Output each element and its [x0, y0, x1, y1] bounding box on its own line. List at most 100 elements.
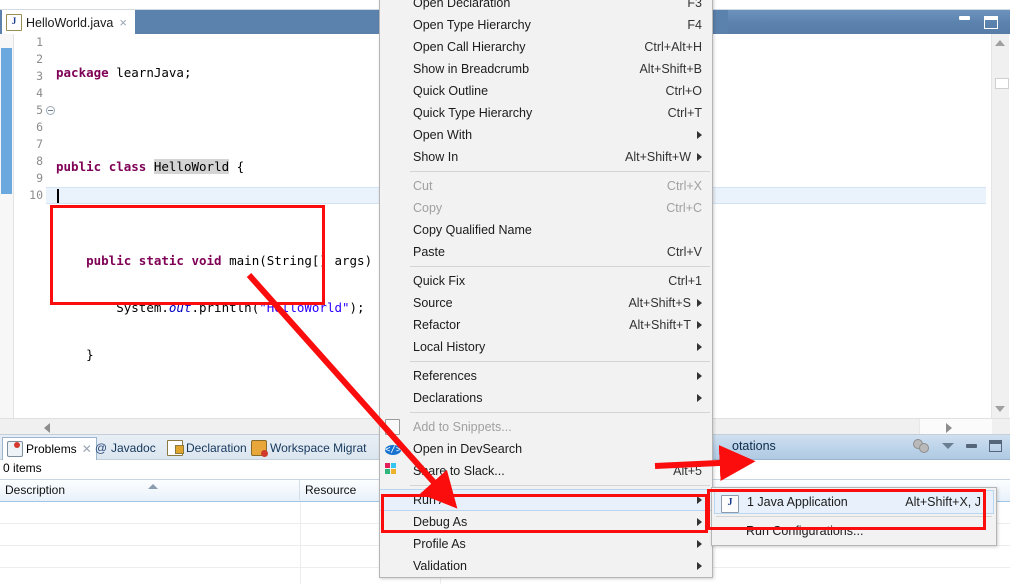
run-as-submenu[interactable]: J 1 Java Application Alt+Shift+X, J Run … — [711, 487, 997, 546]
menu-item-label: Cut — [413, 179, 433, 193]
tab-problems[interactable]: Problems ✕ — [2, 437, 97, 460]
menu-item-label: Share to Slack... — [413, 464, 505, 478]
menu-item-label: Quick Outline — [413, 84, 489, 98]
menu-item-cut[interactable]: Cut Ctrl+X — [380, 175, 712, 197]
tab-declaration-label: Declaration — [186, 441, 247, 455]
menu-item-open-in-devsearch[interactable]: </> Open in DevSearch — [380, 438, 712, 460]
menu-item-label: Local History — [413, 340, 486, 354]
menu-item-references[interactable]: References — [380, 365, 712, 387]
minimize-icon[interactable] — [959, 16, 970, 20]
menu-item-copy-qualified-name[interactable]: Copy Qualified Name — [380, 219, 712, 241]
editor-vertical-scrollbar[interactable] — [991, 34, 1009, 418]
kw-public-2: public — [86, 253, 132, 268]
chevron-right-icon — [697, 394, 702, 402]
chevron-right-icon — [697, 343, 702, 351]
menu-item-open-type-hierarchy[interactable]: Open Type Hierarchy F4 — [380, 14, 712, 36]
maximize-icon[interactable] — [984, 16, 998, 29]
line-number: 4 — [36, 86, 43, 100]
menu-item-add-to-snippets[interactable]: Add to Snippets... — [380, 416, 712, 438]
menu-item-accel: Ctrl+C — [666, 201, 702, 215]
hello-string-literal: "HelloWorld" — [259, 300, 350, 315]
menu-item-local-history[interactable]: Local History — [380, 336, 712, 358]
annotations-view-toolbar — [913, 439, 1002, 453]
chevron-right-icon — [697, 299, 702, 307]
menu-item-accel: Alt+Shift+T — [629, 318, 691, 332]
main-signature: main(String[] args) — [229, 253, 373, 268]
tab-workspace-migration[interactable]: Workspace Migrat — [247, 437, 370, 459]
editor-tab-label: HelloWorld.java — [26, 15, 114, 30]
menu-item-label: Open Type Hierarchy — [413, 18, 531, 32]
brace-close-inner: } — [86, 347, 94, 362]
close-icon[interactable]: × — [119, 16, 127, 29]
submenu-item-run-configurations[interactable]: Run Configurations... — [712, 519, 996, 543]
system-token: System. — [116, 300, 169, 315]
menu-item-label: Open Call Hierarchy — [413, 40, 526, 54]
menu-item-label: Open Declaration — [413, 0, 511, 10]
menu-item-copy[interactable]: Copy Ctrl+C — [380, 197, 712, 219]
kw-public: public — [56, 159, 102, 174]
menu-item-validation[interactable]: Validation — [380, 555, 712, 577]
menu-item-run-as[interactable]: Run As — [380, 489, 712, 511]
menu-item-label: Run As — [413, 493, 454, 507]
menu-item-label: Paste — [413, 245, 445, 259]
tab-declaration[interactable]: Declaration — [163, 437, 251, 459]
class-name: HelloWorld — [153, 159, 230, 174]
javadoc-icon: @ — [94, 441, 108, 455]
menu-item-open-declaration[interactable]: Open Declaration F3 — [380, 0, 712, 14]
java-file-icon: J — [6, 14, 22, 31]
line-number: 5 — [14, 102, 55, 119]
menu-item-declarations[interactable]: Declarations — [380, 387, 712, 409]
submenu-item-label: Run Configurations... — [746, 524, 864, 538]
menu-item-quick-type-hierarchy[interactable]: Quick Type Hierarchy Ctrl+T — [380, 102, 712, 124]
submenu-item-java-application[interactable]: J 1 Java Application Alt+Shift+X, J — [714, 490, 994, 514]
chevron-right-icon — [697, 496, 702, 504]
scroll-left-icon[interactable] — [44, 423, 50, 433]
link-icon[interactable] — [913, 439, 930, 453]
editor-context-menu[interactable]: Open Declaration F3 Open Type Hierarchy … — [379, 0, 713, 578]
scroll-down-icon[interactable] — [995, 406, 1005, 412]
line-number: 3 — [36, 69, 43, 83]
slack-icon — [385, 463, 401, 479]
menu-separator — [410, 485, 710, 486]
menu-item-show-in-breadcrumb[interactable]: Show in Breadcrumb Alt+Shift+B — [380, 58, 712, 80]
line-number: 8 — [36, 154, 43, 168]
tab-javadoc[interactable]: @ Javadoc — [90, 437, 160, 459]
menu-item-label: Validation — [413, 559, 467, 573]
menu-item-refactor[interactable]: Refactor Alt+Shift+T — [380, 314, 712, 336]
vertical-scroll-thumb[interactable] — [995, 78, 1009, 89]
kw-void: void — [191, 253, 222, 268]
menu-separator — [410, 266, 710, 267]
view-menu-icon[interactable] — [942, 443, 954, 449]
line-number: 6 — [36, 120, 43, 134]
tab-workspace-migration-label: Workspace Migrat — [270, 441, 367, 455]
line-number-gutter: 1 2 3 4 5 6 7 8 9 10 — [14, 34, 55, 418]
menu-item-label: Add to Snippets... — [413, 420, 512, 434]
menu-item-open-call-hierarchy[interactable]: Open Call Hierarchy Ctrl+Alt+H — [380, 36, 712, 58]
menu-item-share-to-slack[interactable]: Share to Slack... Alt+5 — [380, 460, 712, 482]
menu-item-profile-as[interactable]: Profile As — [380, 533, 712, 555]
line-number-text: 5 — [36, 103, 43, 117]
menu-item-show-in[interactable]: Show In Alt+Shift+W — [380, 146, 712, 168]
menu-item-accel: Ctrl+O — [665, 84, 702, 98]
menu-item-paste[interactable]: Paste Ctrl+V — [380, 241, 712, 263]
menu-item-label: Debug As — [413, 515, 468, 529]
menu-item-quick-fix[interactable]: Quick Fix Ctrl+1 — [380, 270, 712, 292]
menu-item-accel: Alt+Shift+S — [628, 296, 691, 310]
menu-item-source[interactable]: Source Alt+Shift+S — [380, 292, 712, 314]
menu-item-quick-outline[interactable]: Quick Outline Ctrl+O — [380, 80, 712, 102]
menu-item-debug-as[interactable]: Debug As — [380, 511, 712, 533]
editor-tab-helloworld[interactable]: J HelloWorld.java × — [2, 10, 135, 34]
menu-item-label: Quick Fix — [413, 274, 466, 288]
horizontal-scroll-track-right[interactable] — [919, 419, 992, 435]
menu-item-open-with[interactable]: Open With — [380, 124, 712, 146]
column-header-description[interactable]: Description — [0, 480, 300, 500]
menu-item-label: Declarations — [413, 391, 483, 405]
menu-item-label: Copy Qualified Name — [413, 223, 532, 237]
minimize-icon[interactable] — [966, 444, 977, 448]
println-close: ); — [349, 300, 365, 315]
fold-collapse-icon[interactable] — [46, 106, 55, 115]
scroll-up-icon[interactable] — [995, 40, 1005, 46]
scroll-right-icon[interactable] — [946, 423, 952, 433]
maximize-icon[interactable] — [989, 440, 1002, 452]
right-editor-group-titlebar — [728, 10, 1010, 34]
